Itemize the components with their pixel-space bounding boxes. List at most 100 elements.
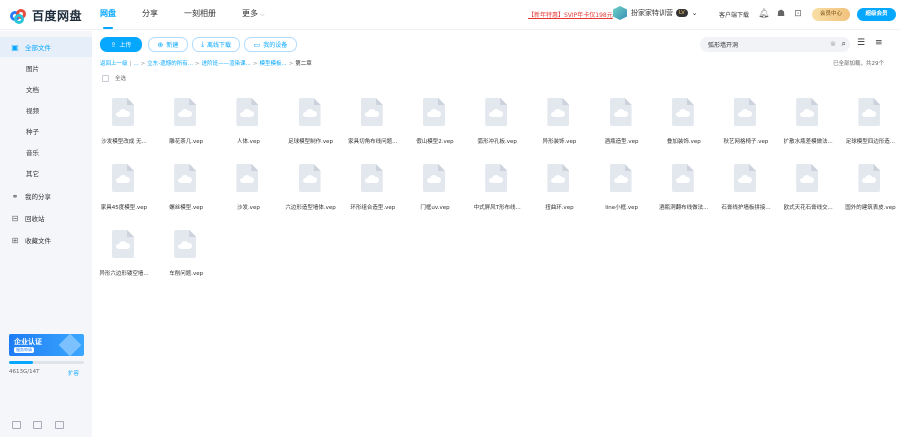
file-name: 足球模型制作.vep	[288, 139, 334, 145]
breadcrumb: 返回上一级 |... > 立东-遗憾的所有... > 进阶班——渲染课... > 模型模板..…	[100, 59, 312, 67]
shirt-icon[interactable]: ☗	[776, 9, 786, 19]
storage-quota-bar	[9, 361, 84, 364]
nav-tab-drive[interactable]: 网盘	[100, 0, 116, 30]
file-item[interactable]: 螺丝模型.vep	[154, 158, 218, 218]
offline-download-button[interactable]: ⤓ 离线下载	[192, 37, 240, 52]
file-name: 家具45度模型.vep	[100, 205, 148, 211]
sort-icon[interactable]: ☰	[857, 38, 865, 48]
file-item[interactable]: 沙发模型改成 无...	[92, 92, 156, 152]
promo-link[interactable]: 【新年特惠】SVIP年卡仅198元	[528, 10, 613, 19]
file-item[interactable]: 酒瓶洞翻布线做法...	[652, 158, 716, 218]
file-item[interactable]: 家具切角布线问题...	[341, 92, 405, 152]
breadcrumb-item[interactable]: 进阶班——渲染课...	[202, 61, 251, 67]
gift-icon[interactable]: ⊡	[793, 9, 803, 19]
bell-icon[interactable]: 🔔︎	[758, 9, 769, 19]
file-item[interactable]: 沙发.vep	[216, 158, 280, 218]
offline-download-label: 离线下载	[207, 42, 232, 49]
client-download-link[interactable]: 客户端下载	[719, 10, 749, 19]
file-item[interactable]: 人体.vep	[216, 92, 280, 152]
file-item[interactable]: line小框.vep	[590, 158, 654, 218]
nav-tab-more[interactable]: 更多 ⌵	[242, 0, 265, 30]
file-name: 异形装饰.vep	[542, 139, 577, 145]
device-icon[interactable]	[12, 421, 21, 429]
sidebar-item-videos[interactable]: 视频	[0, 100, 92, 120]
tools-icon[interactable]	[55, 421, 64, 429]
breadcrumb-item[interactable]: 立东-遗憾的所有...	[147, 61, 193, 67]
file-name: 扭曲环.vep	[545, 205, 574, 211]
breadcrumb-ellipsis[interactable]: ...	[133, 61, 138, 67]
user-menu[interactable]: 扮家家特训营 LV ⌄	[613, 6, 698, 20]
view-mode-icon[interactable]: ≡	[875, 38, 883, 48]
file-item[interactable]: 叠加装饰.vep	[652, 92, 716, 152]
file-name: 国外的建筑表皮.vep	[845, 205, 896, 211]
expand-storage-link[interactable]: 扩容	[68, 369, 79, 377]
file-item[interactable]: 石膏线护墙板拼接...	[714, 158, 778, 218]
breadcrumb-back[interactable]: 返回上一级	[100, 61, 128, 67]
file-icon	[236, 164, 259, 192]
sidebar-item-my-shares[interactable]: ⚭ 我的分享	[0, 186, 92, 206]
file-icon	[858, 98, 881, 126]
username: 扮家家特训营	[631, 9, 673, 17]
sidebar-item-images[interactable]: 图片	[0, 58, 92, 78]
new-folder-button[interactable]: ⊕ 新建	[148, 37, 188, 52]
sidebar-item-docs[interactable]: 文档	[0, 79, 92, 99]
file-item[interactable]: 足球模型制作.vep	[279, 92, 343, 152]
search-input[interactable]	[708, 40, 818, 49]
upgrade-button[interactable]: 超级会员	[857, 8, 896, 21]
new-folder-icon: ⊕	[157, 40, 164, 49]
cloud-icon	[800, 175, 815, 183]
sidebar-item-favorites[interactable]: ⊞ 收藏文件	[0, 230, 92, 250]
file-item[interactable]: 异形装饰.vep	[527, 92, 591, 152]
transfer-icon[interactable]	[33, 421, 42, 429]
file-item[interactable]: 六边形造型墙体.vep	[279, 158, 343, 218]
select-all-checkbox[interactable]	[102, 74, 109, 82]
file-item[interactable]: 酒瓶造型.vep	[590, 92, 654, 152]
cloud-icon	[240, 109, 255, 117]
cloud-icon	[302, 109, 317, 117]
cloud-icon	[240, 175, 255, 183]
cloud-icon	[613, 175, 628, 183]
file-item[interactable]: 扭曲环.vep	[527, 158, 591, 218]
file-item[interactable]: 弧形冲孔板.vep	[465, 92, 529, 152]
file-icon	[547, 164, 570, 192]
sidebar-item-recycle-bin[interactable]: ⊟ 回收站	[0, 208, 92, 228]
enterprise-banner[interactable]: 企业认证 服务申请	[9, 334, 84, 356]
file-item[interactable]: 门框uv.vep	[403, 158, 467, 218]
file-item[interactable]: 假山模型2.vep	[403, 92, 467, 152]
file-item[interactable]: 国外的建筑表皮.vep	[838, 158, 900, 218]
file-item[interactable]: 家具45度模型.vep	[92, 158, 156, 218]
clear-icon[interactable]: ⊗	[830, 40, 836, 48]
cloud-icon	[738, 109, 752, 117]
logo[interactable]: 百度网盘	[10, 7, 82, 24]
cloud-icon	[675, 175, 690, 183]
nav-tab-album[interactable]: 一刻相册	[184, 0, 216, 30]
file-icon	[423, 164, 445, 192]
file-item[interactable]: 秋艺网格椅子.vep	[714, 92, 778, 152]
sidebar-item-other[interactable]: 其它	[0, 163, 92, 183]
upload-button[interactable]: ⇪ 上传	[100, 37, 142, 52]
file-item[interactable]: 车削问题.vep	[154, 224, 218, 284]
nav-more-label: 更多	[242, 9, 258, 18]
my-devices-button[interactable]: ▭ 我的设备	[244, 37, 297, 52]
nav-tab-share[interactable]: 分享	[142, 0, 158, 30]
search-icon[interactable]: ⌕	[842, 39, 846, 49]
file-icon	[298, 164, 321, 192]
file-name: 石膏线护墙板拼接...	[721, 205, 771, 211]
file-item[interactable]: 异形六边形镂空墙...	[92, 224, 156, 284]
select-all[interactable]: 全选	[102, 74, 126, 82]
cloud-icon	[489, 175, 504, 183]
breadcrumb-current: 第二章	[295, 61, 312, 67]
file-item[interactable]: 环形组合造型.vep	[341, 158, 405, 218]
file-item[interactable]: 雕花茶几.vep	[154, 92, 218, 152]
sidebar-item-all-files[interactable]: ▣ 全部文件	[0, 37, 92, 57]
file-icon	[112, 230, 134, 258]
breadcrumb-item[interactable]: 模型模板...	[259, 61, 286, 67]
sidebar-item-torrents[interactable]: 种子	[0, 121, 92, 141]
file-item[interactable]: 欧式天花石膏线交...	[776, 158, 840, 218]
member-center-button[interactable]: 会员中心	[812, 8, 850, 21]
file-item[interactable]: 扩散水瓶差模做法...	[776, 92, 840, 152]
sidebar-item-music[interactable]: 音乐	[0, 142, 92, 162]
file-name: 弧形冲孔板.vep	[477, 139, 517, 145]
file-item[interactable]: 足球模型四边形造...	[838, 92, 900, 152]
file-item[interactable]: 中式屏风T形布线...	[465, 158, 529, 218]
